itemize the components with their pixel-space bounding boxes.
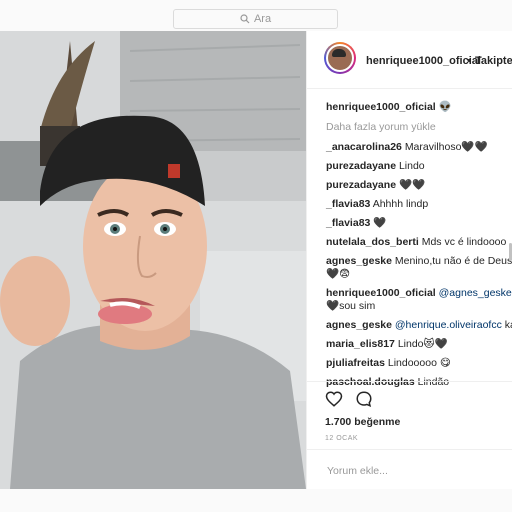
- list-item: _anacarolina26 Maravilhoso🖤🖤: [326, 141, 488, 154]
- comment-text: 🖤sou sim: [326, 300, 376, 312]
- comment-text: Maravilhoso🖤🖤: [404, 141, 488, 153]
- comment-mention[interactable]: @agnes_geske: [439, 287, 512, 299]
- comment-username[interactable]: _flavia83: [326, 198, 370, 210]
- search-placeholder: Ara: [253, 13, 272, 25]
- comment-text: Lindooooo 😋: [387, 357, 451, 369]
- comment-username[interactable]: maria_elis817: [326, 338, 395, 350]
- comments-list: henriquee1000_oficial 👽 Daha fazla yorum…: [307, 89, 512, 388]
- comment-username[interactable]: purezadayane: [326, 160, 396, 172]
- list-item: _flavia83 🖤: [326, 217, 386, 230]
- list-item: nutelala_dos_berti Mds vc é lindoooo: [326, 236, 506, 249]
- list-item: henriquee1000_oficial @agnes_geske u: [326, 287, 512, 300]
- add-comment-area: [307, 449, 512, 489]
- caption: henriquee1000_oficial 👽: [326, 101, 452, 114]
- separator-dot: •: [467, 55, 471, 67]
- caption-emoji: 👽: [438, 101, 452, 113]
- load-more-comments-button[interactable]: Daha fazla yorum yükle: [326, 121, 436, 133]
- comment-username[interactable]: _anacarolina26: [326, 141, 402, 153]
- comment-username[interactable]: _flavia83: [326, 217, 370, 229]
- caption-username[interactable]: henriquee1000_oficial: [326, 101, 436, 113]
- avatar[interactable]: [324, 42, 356, 74]
- comment-username[interactable]: agnes_geske: [326, 255, 392, 267]
- comment-text: kal: [504, 319, 512, 331]
- likes-count[interactable]: 1.700 beğenme: [325, 416, 400, 428]
- comment-username[interactable]: nutelala_dos_berti: [326, 236, 419, 248]
- top-bar: Ara: [0, 0, 512, 31]
- comment-text: 🖤🖤: [398, 179, 426, 191]
- comment-bubble-icon[interactable]: [355, 390, 373, 408]
- comment-text: Menino,tu não é de Deus n: [394, 255, 512, 267]
- comment-text: 🖤: [373, 217, 387, 229]
- post-username[interactable]: henriquee1000_oficial: [366, 55, 481, 67]
- list-item: maria_elis817 Lindo😻🖤: [326, 338, 448, 351]
- comment-username[interactable]: pjuliafreitas: [326, 357, 385, 369]
- list-item: purezadayane 🖤🖤: [326, 179, 425, 192]
- comment-username[interactable]: purezadayane: [326, 179, 396, 191]
- comment-username[interactable]: henriquee1000_oficial: [326, 287, 436, 299]
- list-item-continuation: 🖤sou sim: [326, 300, 375, 313]
- list-item: purezadayane Lindo: [326, 160, 425, 173]
- follow-status-button[interactable]: Takipte: [475, 55, 512, 67]
- list-item-continuation: 🖤😨: [326, 268, 350, 281]
- heart-icon[interactable]: [325, 390, 343, 408]
- post-header: henriquee1000_oficial • Takipte: [307, 31, 512, 89]
- comment-username[interactable]: agnes_geske: [326, 319, 392, 331]
- comment-text: Mds vc é lindoooo: [421, 236, 507, 248]
- post-actions: 1.700 beğenme 12 OCAK: [307, 381, 512, 489]
- list-item: agnes_geske Menino,tu não é de Deus n: [326, 255, 512, 268]
- comment-mention[interactable]: @henrique.oliveiraofcc: [395, 319, 502, 331]
- bottom-bar: [0, 489, 512, 512]
- list-item: _flavia83 Ahhhh lindp: [326, 198, 428, 211]
- list-item: agnes_geske @henrique.oliveiraofcc kal: [326, 319, 512, 332]
- comment-text: 🖤😨: [326, 268, 351, 280]
- post-side-panel: henriquee1000_oficial • Takipte henrique…: [306, 31, 512, 489]
- post-date: 12 OCAK: [325, 435, 359, 442]
- search-icon: [240, 14, 250, 24]
- comment-text: Lindo😻🖤: [397, 338, 448, 350]
- search-box[interactable]: Ara: [173, 9, 338, 29]
- comment-text: Ahhhh lindp: [372, 198, 429, 210]
- post-photo[interactable]: [0, 31, 306, 489]
- comment-text: Lindo: [398, 160, 425, 172]
- list-item: pjuliafreitas Lindooooo 😋: [326, 357, 451, 370]
- comment-input[interactable]: [325, 462, 499, 480]
